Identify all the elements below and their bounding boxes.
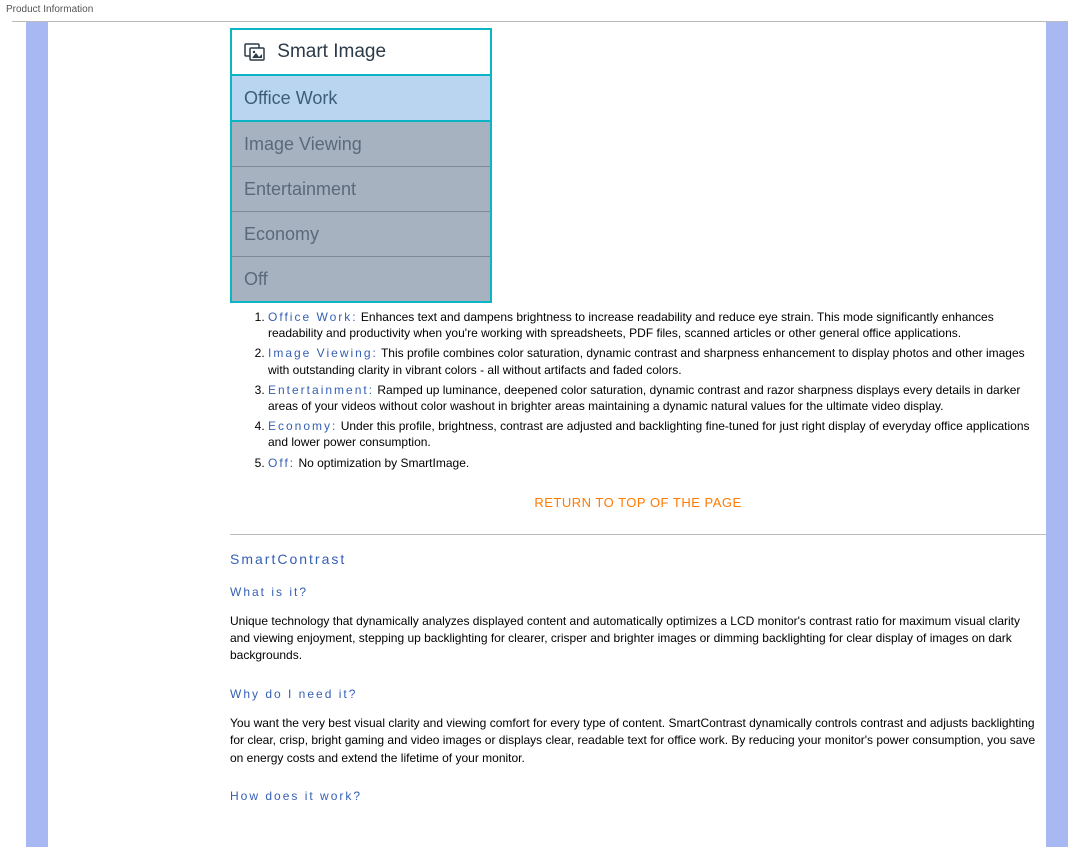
mode-descriptions: Office Work: Enhances text and dampens b… xyxy=(230,309,1046,471)
left-accent-strip xyxy=(26,22,48,847)
right-accent-strip xyxy=(1046,22,1068,847)
mode-label: Entertainment: xyxy=(268,383,374,397)
osd-item-off[interactable]: Off xyxy=(231,257,491,303)
list-item: Image Viewing: This profile combines col… xyxy=(268,345,1046,377)
mode-label: Office Work: xyxy=(268,310,358,324)
smart-image-osd: Smart Image Office Work Image Viewing En… xyxy=(230,28,492,303)
osd-item-economy[interactable]: Economy xyxy=(231,212,491,257)
mode-label: Image Viewing: xyxy=(268,346,378,360)
smartcontrast-what-text: Unique technology that dynamically analy… xyxy=(230,613,1040,665)
mode-text: This profile combines color saturation, … xyxy=(268,346,1025,376)
list-item: Entertainment: Ramped up luminance, deep… xyxy=(268,382,1046,414)
list-item: Office Work: Enhances text and dampens b… xyxy=(268,309,1046,341)
smartcontrast-why-text: You want the very best visual clarity an… xyxy=(230,715,1040,767)
subheading-how-work: How does it work? xyxy=(230,789,1046,803)
subheading-why-need: Why do I need it? xyxy=(230,687,1046,701)
mode-label: Off: xyxy=(268,456,295,470)
mode-label: Economy: xyxy=(268,419,337,433)
subheading-what-is-it: What is it? xyxy=(230,585,1046,599)
smart-image-icon xyxy=(244,43,266,61)
mode-text: Ramped up luminance, deepened color satu… xyxy=(268,383,1020,413)
osd-header: Smart Image xyxy=(231,29,491,75)
page-label: Product Information xyxy=(0,0,1080,19)
mode-text: Under this profile, brightness, contrast… xyxy=(268,419,1030,449)
osd-title: Smart Image xyxy=(277,41,386,62)
osd-item-office-work[interactable]: Office Work xyxy=(231,75,491,121)
mode-text: No optimization by SmartImage. xyxy=(295,456,469,470)
osd-item-image-viewing[interactable]: Image Viewing xyxy=(231,121,491,167)
page-frame: Smart Image Office Work Image Viewing En… xyxy=(12,21,1068,847)
list-item: Economy: Under this profile, brightness,… xyxy=(268,418,1046,450)
section-divider xyxy=(230,534,1046,535)
smartcontrast-heading: SmartContrast xyxy=(230,551,1046,567)
mode-text: Enhances text and dampens brightness to … xyxy=(268,310,994,340)
return-to-top-link[interactable]: RETURN TO TOP OF THE PAGE xyxy=(230,495,1046,510)
list-item: Off: No optimization by SmartImage. xyxy=(268,455,1046,471)
osd-item-entertainment[interactable]: Entertainment xyxy=(231,167,491,212)
main-content: Smart Image Office Work Image Viewing En… xyxy=(48,22,1046,847)
